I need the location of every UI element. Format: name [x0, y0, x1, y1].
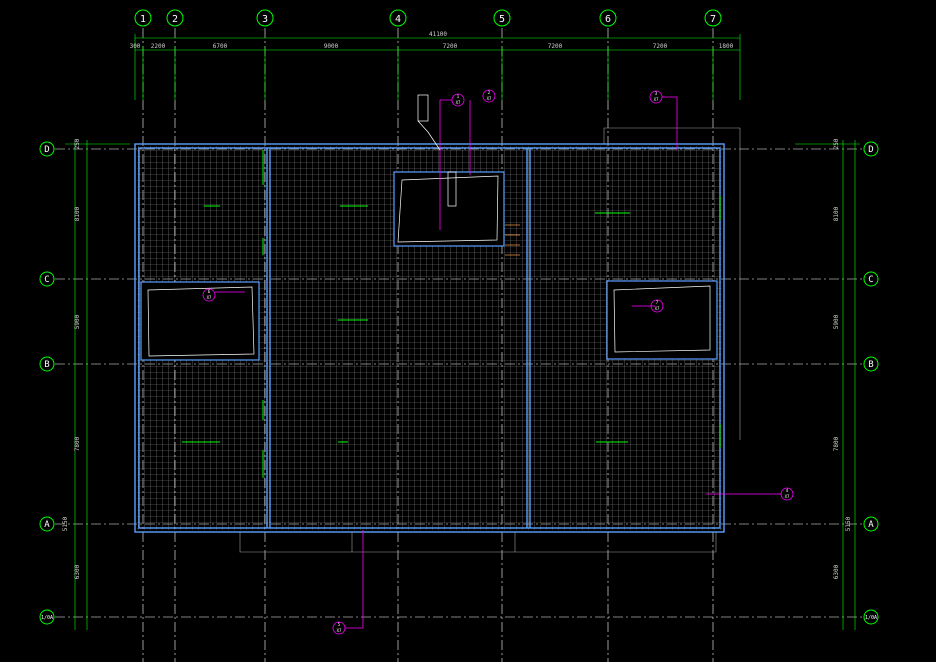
- left-axis-labels: D C B A 1/0A: [41, 145, 53, 621]
- dim-top-1: 2200: [151, 43, 166, 50]
- dim-right-0: 250: [833, 138, 840, 149]
- dim-right-5: 6300: [833, 564, 840, 579]
- dim-left-2: 5900: [74, 314, 81, 329]
- dim-left-0: 250: [74, 138, 81, 149]
- axis-label-3: 3: [262, 14, 268, 25]
- dim-right-2: 5900: [833, 314, 840, 329]
- left-axis-bubbles: [39, 141, 55, 625]
- top-axis-bubbles: [134, 9, 722, 27]
- dim-right-1: 8100: [833, 206, 840, 221]
- tag-7-bottom: X7: [655, 306, 660, 311]
- left-label-D: D: [44, 145, 49, 155]
- tag-5-bottom: X7: [337, 628, 342, 633]
- dim-top-4: 7200: [443, 43, 458, 50]
- right-label-B: B: [868, 360, 873, 370]
- tag-3-bottom: X7: [654, 97, 659, 102]
- left-label-A: A: [44, 520, 50, 530]
- right-label-C: C: [868, 275, 873, 285]
- right-label-D: D: [868, 145, 873, 155]
- tag-2-top: 2: [488, 90, 491, 95]
- tag-3-top: 3: [655, 91, 658, 96]
- left-dimension-text: 250 8100 5900 7800 5150 6300: [62, 138, 81, 579]
- dim-left-5: 6300: [74, 564, 81, 579]
- dim-left-1: 8100: [74, 206, 81, 221]
- axis-label-6: 6: [605, 14, 611, 25]
- left-label-1-0A: 1/0A: [41, 615, 53, 621]
- dim-top-2: 6700: [213, 43, 228, 50]
- tag-4-bottom: X7: [785, 494, 790, 499]
- axis-label-5: 5: [499, 14, 505, 25]
- right-axis-labels: D C B A 1/0A: [865, 145, 877, 621]
- dim-left-3: 7800: [74, 436, 81, 451]
- tag-1-top: 1: [457, 94, 460, 99]
- dim-right-3: 7800: [833, 436, 840, 451]
- dim-top-5: 7200: [548, 43, 563, 50]
- left-label-B: B: [44, 360, 49, 370]
- tag-5-top: 5: [338, 622, 341, 627]
- tag-4-top: 4: [786, 488, 789, 493]
- tag-6-bottom: X7: [207, 295, 212, 300]
- roof-opening-left: [140, 281, 260, 361]
- dim-left-4: 5150: [62, 516, 69, 531]
- axis-label-1: 1: [140, 14, 146, 25]
- dim-top-3: 9000: [324, 43, 339, 50]
- right-label-1-0A: 1/0A: [865, 615, 877, 621]
- tag-2-bottom: X7: [487, 96, 492, 101]
- dim-right-4: 5150: [845, 516, 852, 531]
- dim-top-6: 7200: [653, 43, 668, 50]
- roof-opening-center: [393, 171, 505, 247]
- left-label-C: C: [44, 275, 49, 285]
- roof-opening-right: [606, 280, 718, 360]
- axis-label-2: 2: [172, 14, 178, 25]
- right-axis-bubbles: [863, 141, 879, 625]
- dim-top-7: 1800: [719, 43, 734, 50]
- dim-overall: 41100: [429, 31, 447, 38]
- axis-label-4: 4: [395, 14, 401, 25]
- roof-plan-drawing: 1 2 3 4 5 6 7 41100 300 2200 6700 9000 7…: [39, 9, 879, 662]
- top-dimension-text: 41100 300 2200 6700 9000 7200 7200 7200 …: [130, 31, 734, 50]
- dim-top-0: 300: [130, 43, 141, 50]
- right-label-A: A: [868, 520, 874, 530]
- axis-label-7: 7: [710, 14, 716, 25]
- right-dimension-text: 250 8100 5900 7800 5150 6300: [833, 138, 852, 579]
- tag-1-bottom: X7: [456, 100, 461, 105]
- top-axis-labels: 1 2 3 4 5 6 7: [140, 14, 716, 25]
